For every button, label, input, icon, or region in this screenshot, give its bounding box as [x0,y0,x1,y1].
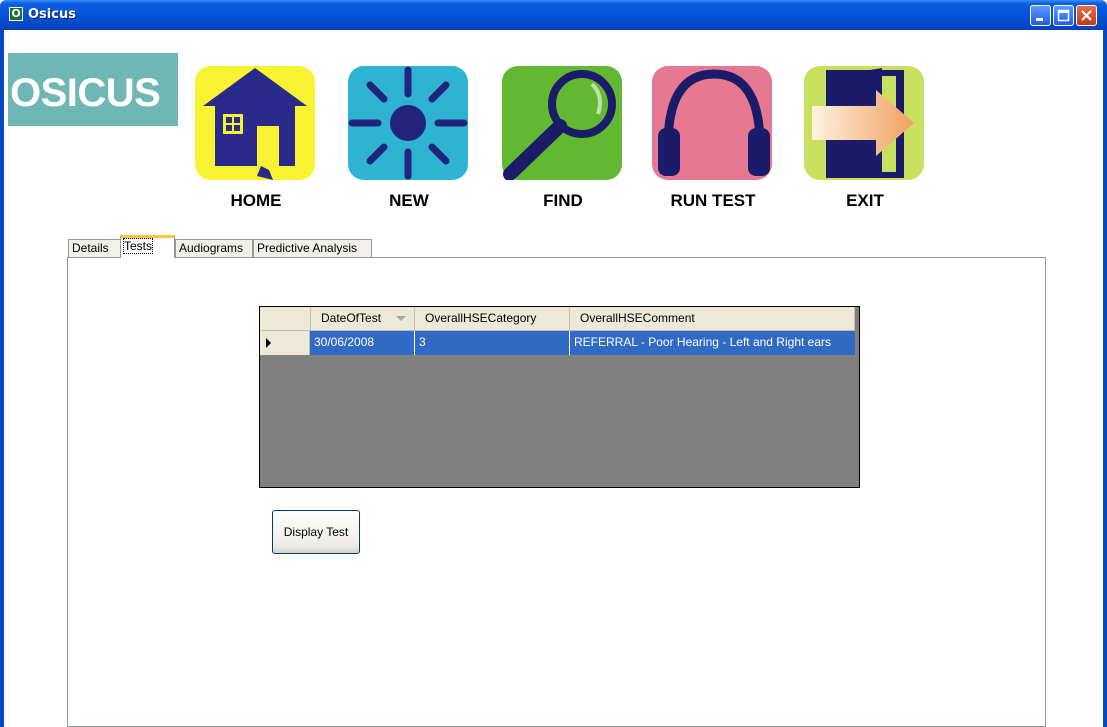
minimize-button[interactable] [1030,5,1051,26]
logo-text: OSICUS [10,71,161,115]
column-header-overallhsecomment-label: OverallHSEComment [580,311,695,325]
close-button[interactable] [1076,5,1097,26]
close-icon [1081,10,1092,21]
exit-label: EXIT [846,191,884,210]
cell-overallhsecomment[interactable]: REFERRAL - Poor Hearing - Left and Right… [570,331,855,355]
find-label: FIND [543,191,583,210]
table-row[interactable]: 30/06/2008 3 REFERRAL - Poor Hearing - L… [260,331,855,355]
grid-header: DateOfTest OverallHSECategory OverallHSE… [260,307,855,331]
tab-tests-label: Tests [122,238,154,254]
column-header-dateoftest-label: DateOfTest [321,311,382,325]
new-button[interactable]: NEW [344,62,474,222]
new-label: NEW [389,191,429,210]
tests-grid[interactable]: DateOfTest OverallHSECategory OverallHSE… [259,306,860,488]
tab-details-label: Details [72,241,109,255]
run-test-label: RUN TEST [670,191,756,210]
home-label: HOME [230,191,282,210]
window-title: Osicus [28,7,76,22]
column-header-dateoftest[interactable]: DateOfTest [311,307,415,331]
home-button[interactable]: HOME [191,62,321,222]
maximize-button[interactable] [1053,5,1074,26]
run-test-button[interactable]: RUN TEST [648,62,778,222]
grid-corner[interactable] [260,307,311,331]
headphones-icon [652,66,772,180]
tab-predictive-analysis[interactable]: Predictive Analysis [253,239,372,257]
osicus-logo: OSICUS [8,53,178,126]
window-frame-right [1103,30,1107,727]
house-icon [195,66,315,180]
title-bar[interactable]: O Osicus [0,0,1107,30]
cell-dateoftest[interactable]: 30/06/2008 [310,331,415,355]
sun-icon [348,66,468,180]
display-test-button[interactable]: Display Test [272,510,360,554]
maximize-icon [1057,9,1070,22]
sort-descending-icon [396,316,406,321]
door-exit-icon [804,66,924,180]
current-row-icon [266,338,271,348]
app-icon: O [9,7,23,21]
tab-tests[interactable]: Tests [120,235,175,258]
cell-overallhsecategory[interactable]: 3 [415,331,570,355]
column-header-overallhsecomment[interactable]: OverallHSEComment [570,307,855,331]
window-frame-left [0,30,4,727]
magnifier-icon [502,66,622,180]
tab-predictive-analysis-label: Predictive Analysis [257,241,358,255]
exit-button[interactable]: EXIT [800,62,930,222]
minimize-icon [1036,18,1043,21]
column-header-overallhsecategory[interactable]: OverallHSECategory [415,307,570,331]
column-header-overallhsecategory-label: OverallHSECategory [425,311,537,325]
find-button[interactable]: FIND [498,62,628,222]
row-header[interactable] [260,331,310,355]
tab-audiograms[interactable]: Audiograms [175,239,253,257]
tab-audiograms-label: Audiograms [179,241,244,255]
tab-details[interactable]: Details [68,239,121,257]
